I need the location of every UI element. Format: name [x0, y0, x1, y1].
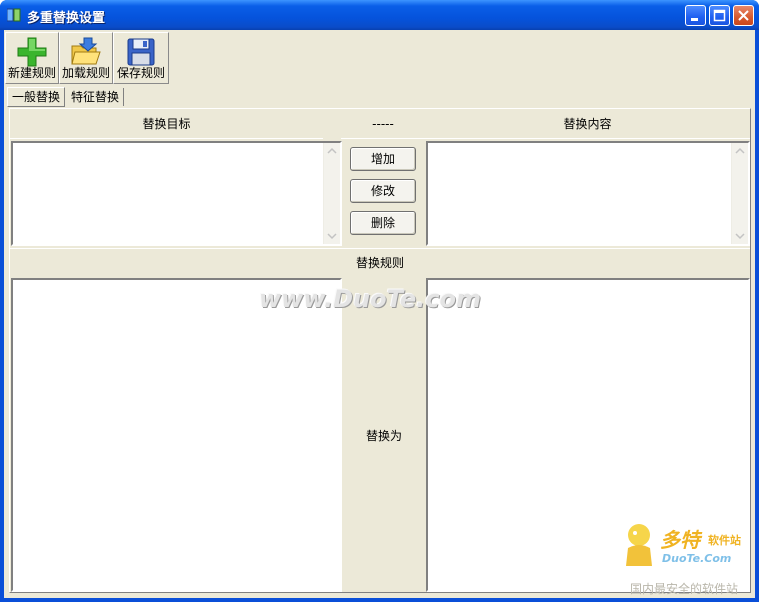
close-button[interactable]	[733, 5, 754, 26]
site-watermark: www.DuoTe.com	[259, 285, 481, 313]
close-icon	[738, 10, 749, 21]
modify-button[interactable]: 修改	[350, 179, 416, 203]
delete-button[interactable]: 删除	[350, 211, 416, 235]
tab-general-replace[interactable]: 一般替换	[7, 87, 66, 107]
minimize-button[interactable]	[685, 5, 706, 26]
maximize-button[interactable]	[709, 5, 730, 26]
target-list[interactable]	[11, 141, 342, 246]
client-area: 新建规则 加载规则 保存规则 一般替换 特征替换 替换目标 ----- 替换内容…	[4, 30, 755, 598]
rule-source-list[interactable]	[11, 278, 342, 592]
add-button[interactable]: 增加	[350, 147, 416, 171]
brand-name: 多特	[660, 528, 700, 552]
load-rule-label: 加载规则	[61, 66, 110, 80]
main-window: 多重替换设置 新建规则 加载规则 保存规则 一般替换 特征替换 替换目标 ---…	[0, 0, 759, 602]
toolbar: 新建规则 加载规则 保存规则	[4, 30, 755, 86]
content-list-scrollbar[interactable]	[731, 143, 748, 244]
replace-with-label: 替换为	[365, 429, 402, 443]
tab-bar: 一般替换 特征替换	[4, 86, 755, 108]
brand-watermark: 多特 软件站 DuoTe.Com 国内最安全的软件站	[620, 522, 755, 598]
brand-slogan: 国内最安全的软件站	[630, 582, 739, 596]
save-rule-label: 保存规则	[116, 66, 165, 80]
maximize-icon	[713, 9, 726, 22]
title-bar[interactable]: 多重替换设置	[0, 0, 759, 30]
scroll-down-icon[interactable]	[324, 228, 340, 244]
scroll-up-icon[interactable]	[324, 143, 340, 159]
minimize-icon	[691, 18, 698, 21]
general-replace-panel: 替换目标 ----- 替换内容 增加 修改 删除 替换规则 替换为	[9, 108, 751, 593]
brand-url: DuoTe.Com	[662, 552, 732, 565]
window-title: 多重替换设置	[27, 11, 106, 26]
target-list-scrollbar[interactable]	[323, 143, 340, 244]
app-icon	[7, 8, 21, 22]
new-rule-label: 新建规则	[7, 66, 56, 80]
tab-feature-replace[interactable]: 特征替换	[67, 88, 125, 106]
middle-header: -----	[341, 110, 425, 139]
scroll-down-icon[interactable]	[732, 228, 748, 244]
load-rule-button[interactable]: 加载规则	[59, 32, 113, 84]
content-header: 替换内容	[425, 110, 750, 139]
brand-subtitle: 软件站	[708, 534, 741, 547]
rules-header: 替换规则	[10, 248, 750, 277]
mascot-logo-icon	[626, 524, 652, 566]
scroll-up-icon[interactable]	[732, 143, 748, 159]
content-list[interactable]	[426, 141, 750, 246]
new-rule-button[interactable]: 新建规则	[5, 32, 59, 84]
target-header: 替换目标	[10, 110, 323, 139]
save-rule-button[interactable]: 保存规则	[113, 32, 169, 84]
